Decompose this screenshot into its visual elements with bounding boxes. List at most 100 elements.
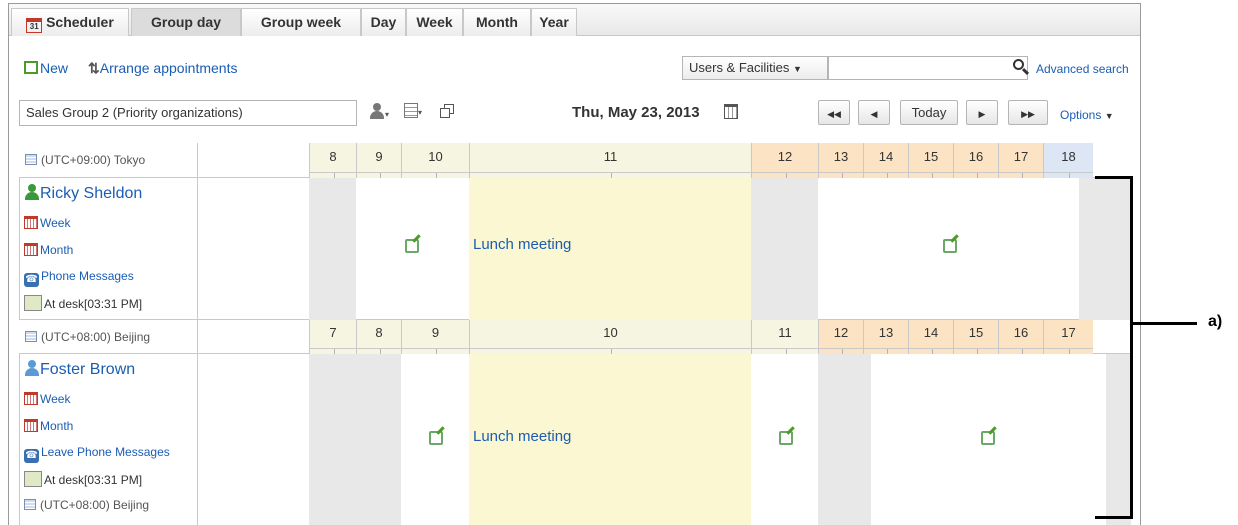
tab-week[interactable]: Week: [406, 8, 463, 36]
tab-label: Week: [416, 14, 453, 30]
search-scope-select[interactable]: Users & Facilities ▼: [682, 56, 828, 80]
add-appointment-icon[interactable]: [429, 431, 443, 445]
right-icon: ▶: [978, 109, 986, 119]
event-title: Lunch meeting: [473, 428, 572, 445]
current-date: Thu, May 23, 2013: [572, 104, 700, 121]
new-icon: [24, 61, 38, 74]
add-appointment-icon[interactable]: [779, 431, 793, 445]
tab-scheduler[interactable]: 31 Scheduler: [11, 8, 129, 36]
person-name-link[interactable]: Ricky Sheldon: [24, 184, 142, 203]
leave-phone-messages-link[interactable]: ☎ Leave Phone Messages: [24, 445, 170, 463]
off-hours-block: [309, 354, 401, 525]
lunch-meeting-event[interactable]: Lunch meeting: [469, 354, 751, 525]
link-text: Week: [40, 392, 71, 406]
hour-label: 13: [878, 325, 894, 340]
search-icon[interactable]: [1012, 58, 1030, 76]
hour-header-cell: 12: [818, 320, 863, 354]
prev-day-button[interactable]: ◀: [858, 100, 890, 125]
user-picker-button[interactable]: ▾: [369, 103, 389, 120]
timezone-text: (UTC+08:00) Beijing: [41, 330, 151, 344]
hour-label: 15: [968, 325, 984, 340]
hour-label: 11: [778, 325, 792, 340]
search-input[interactable]: [828, 56, 1028, 80]
add-appointment-icon[interactable]: [981, 431, 995, 445]
tab-day[interactable]: Day: [361, 8, 406, 36]
facility-icon: [404, 103, 418, 118]
person-name: Foster Brown: [40, 361, 136, 378]
hour-label: 12: [777, 149, 793, 164]
today-button[interactable]: Today: [900, 100, 958, 125]
next-day-button[interactable]: ▶: [966, 100, 998, 125]
hour-label: 14: [878, 149, 894, 164]
link-text: Leave Phone Messages: [41, 445, 170, 459]
hour-label: 15: [923, 149, 939, 164]
prev-week-button[interactable]: ◀◀: [818, 100, 850, 125]
hour-label: 16: [968, 149, 984, 164]
hour-header-cell: 11: [469, 143, 751, 178]
computer-icon: [25, 331, 37, 342]
hour-header-cell: 10: [469, 320, 751, 354]
facility-picker-button[interactable]: ▾: [404, 103, 422, 118]
person-name-link[interactable]: Foster Brown: [24, 360, 135, 379]
presence-icon: [24, 471, 42, 487]
status-text: At desk[03:31 PM]: [44, 473, 143, 487]
month-link[interactable]: Month: [24, 243, 73, 257]
timezone-header-beijing: (UTC+08:00) Beijing 7 8 9 10 11 12 13 14 15 16 17: [19, 320, 1131, 354]
annotation-bracket: [1095, 176, 1133, 519]
arrange-appointments-button[interactable]: ⇅Arrange appointments: [88, 60, 238, 77]
tab-group-day[interactable]: Group day: [131, 8, 241, 36]
hour-label: 9: [431, 325, 440, 340]
hour-header-cell: 8: [356, 320, 401, 354]
lunch-meeting-event[interactable]: Lunch meeting: [469, 178, 751, 320]
hour-label: 10: [428, 149, 443, 164]
link-text: Week: [40, 216, 71, 230]
hour-header-cell: 17: [1043, 320, 1093, 354]
add-appointment-icon[interactable]: [943, 239, 957, 253]
next-week-button[interactable]: ▶▶: [1008, 100, 1048, 125]
advanced-search-link[interactable]: Advanced search: [1036, 62, 1129, 76]
person-icon: [24, 360, 40, 376]
group-select[interactable]: Sales Group 2 (Priority organizations): [19, 100, 357, 126]
annotation-label: a): [1208, 313, 1223, 330]
options-label: Options: [1060, 108, 1102, 122]
chevron-down-icon: ▾: [418, 108, 423, 117]
event-title: Lunch meeting: [473, 236, 572, 253]
month-link[interactable]: Month: [24, 419, 73, 433]
timezone-text: (UTC+09:00) Tokyo: [41, 153, 146, 167]
search-scope-value: Users & Facilities: [689, 60, 790, 75]
hour-label: 10: [603, 325, 618, 340]
tab-label: Year: [539, 14, 569, 30]
tab-bar: 31 Scheduler Group day Group week Day We…: [9, 4, 1140, 36]
computer-icon: [24, 499, 36, 510]
popup-window-icon[interactable]: [440, 104, 455, 119]
arrange-icon: ⇅: [88, 60, 100, 76]
hour-label: 18: [1061, 149, 1076, 164]
tab-year[interactable]: Year: [531, 8, 577, 36]
options-menu[interactable]: Options ▼: [1060, 108, 1114, 122]
hour-header-cell: 13: [818, 143, 863, 178]
link-text: Phone Messages: [41, 269, 134, 283]
timezone-header-tokyo: (UTC+09:00) Tokyo 8 9 10 11 12 13 14 15 16 17 18: [19, 143, 1131, 178]
tab-group-week[interactable]: Group week: [241, 8, 361, 36]
phone-add-icon: ☎: [24, 449, 39, 463]
week-link[interactable]: Week: [24, 392, 70, 406]
new-button[interactable]: New: [24, 60, 68, 76]
chevron-down-icon: ▼: [793, 64, 802, 74]
month-calendar-icon: [24, 243, 38, 256]
week-calendar-icon: [24, 392, 38, 405]
hour-label: 17: [1013, 149, 1029, 164]
tab-label: Group week: [260, 14, 342, 30]
left-icon: ◀: [870, 109, 878, 119]
add-appointment-icon[interactable]: [405, 239, 419, 253]
hour-label: 7: [329, 325, 337, 340]
timezone-label: (UTC+08:00) Beijing: [25, 330, 150, 344]
hour-header-cell: 11: [751, 320, 818, 354]
phone-messages-link[interactable]: ☎ Phone Messages: [24, 269, 134, 287]
week-link[interactable]: Week: [24, 216, 70, 230]
hour-label: 17: [1061, 325, 1076, 340]
hour-header-cell: 14: [863, 143, 908, 178]
hour-header-cell: 15: [953, 320, 998, 354]
tab-month[interactable]: Month: [463, 8, 531, 36]
off-hours-block: [309, 178, 356, 320]
calendar-icon[interactable]: [724, 104, 738, 119]
